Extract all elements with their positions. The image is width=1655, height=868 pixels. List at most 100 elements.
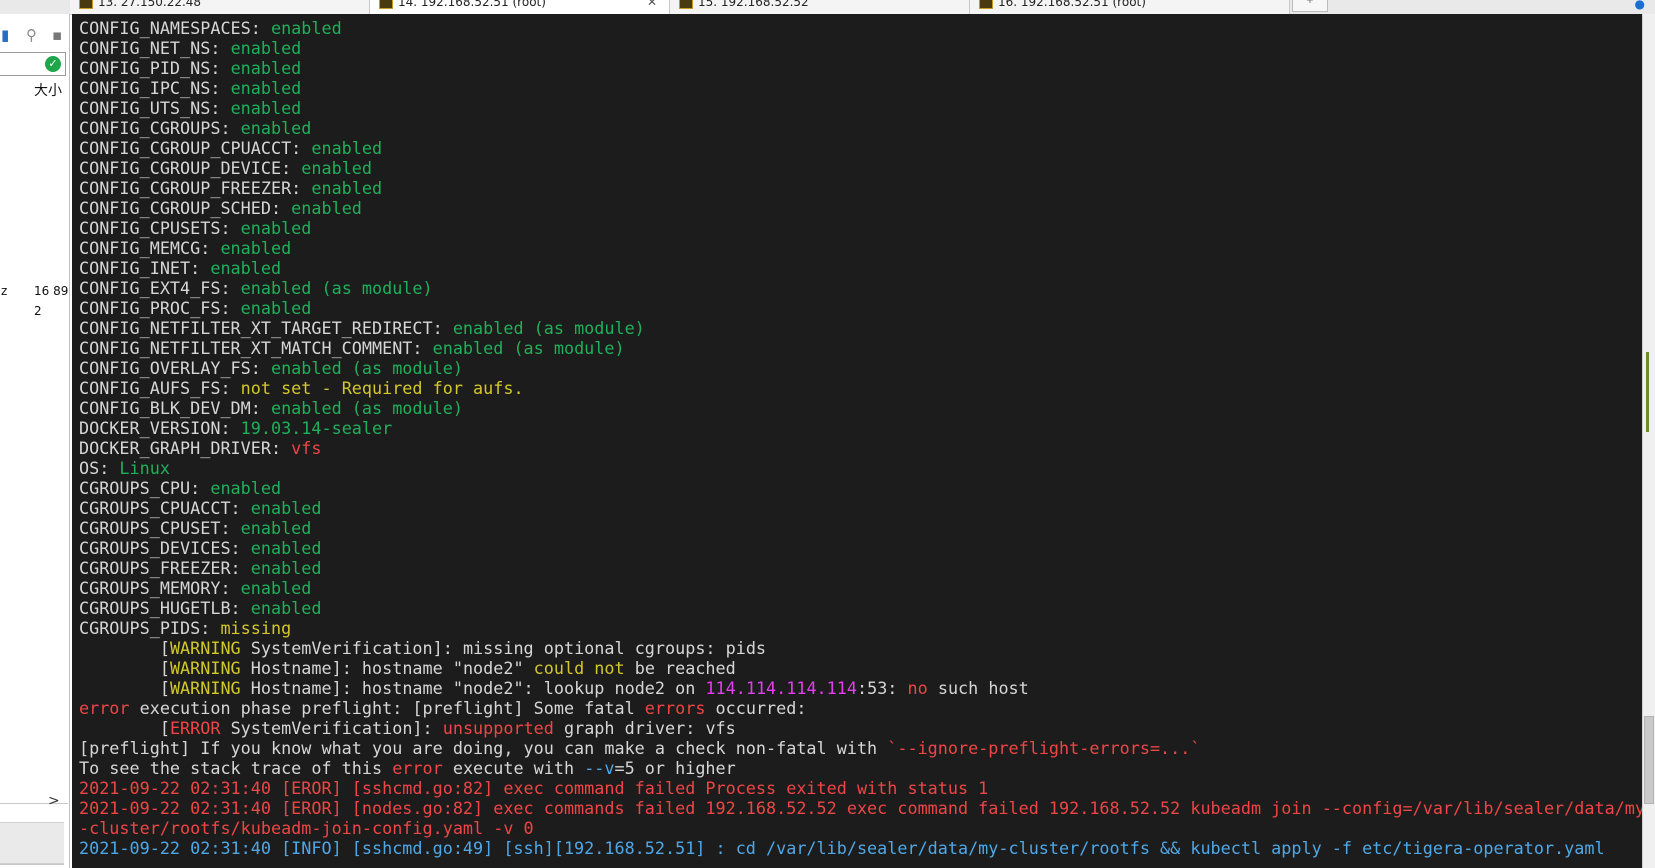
terminal-line: CONFIG_NETFILTER_XT_MATCH_COMMENT: enabl…: [79, 338, 1642, 358]
terminal-segment: SystemVerification]:: [220, 718, 443, 738]
path-field[interactable]: ✓: [0, 52, 66, 76]
terminal-line: [ERROR SystemVerification]: unsupported …: [79, 718, 1642, 738]
terminal-line: CONFIG_MEMCG: enabled: [79, 238, 1642, 258]
terminal-line: CONFIG_NETFILTER_XT_TARGET_REDIRECT: ena…: [79, 318, 1642, 338]
terminal-line: CONFIG_BLK_DEV_DM: enabled (as module): [79, 398, 1642, 418]
brush-icon[interactable]: ⚲: [26, 26, 37, 44]
tab-label: 14. 192.168.52.51 (root): [398, 0, 546, 9]
terminal-segment: CONFIG_OVERLAY_FS:: [79, 358, 271, 378]
terminal-line: CGROUPS_FREEZER: enabled: [79, 558, 1642, 578]
terminal-segment: CONFIG_INET:: [79, 258, 211, 278]
terminal-segment: CONFIG_UTS_NS:: [79, 98, 231, 118]
terminal-segment: enabled: [230, 78, 302, 98]
terminal-segment: :53:: [856, 678, 908, 698]
terminal-line: error execution phase preflight: [prefli…: [79, 698, 1642, 718]
terminal-line: CONFIG_INET: enabled: [79, 258, 1642, 278]
tab-label: 16. 192.168.52.51 (root): [998, 0, 1146, 9]
terminal-segment: CONFIG_CGROUP_DEVICE:: [79, 158, 302, 178]
divider: [0, 864, 64, 865]
terminal-segment: vfs: [291, 438, 322, 458]
terminal-segment: CGROUPS_CPUSET:: [79, 518, 241, 538]
terminal-segment: CONFIG_NAMESPACES:: [79, 18, 271, 38]
terminal-line: DOCKER_GRAPH_DRIVER: vfs: [79, 438, 1642, 458]
terminal-line: CONFIG_AUFS_FS: not set - Required for a…: [79, 378, 1642, 398]
terminal-line: CONFIG_IPC_NS: enabled: [79, 78, 1642, 98]
chevron-right-icon[interactable]: >: [48, 793, 60, 809]
tab-session-16[interactable]: 16. 192.168.52.51 (root): [970, 0, 1290, 14]
terminal-segment: enabled: [240, 578, 312, 598]
terminal-line: CONFIG_CGROUP_DEVICE: enabled: [79, 158, 1642, 178]
terminal-segment: enabled: [250, 558, 322, 578]
terminal-segment: CGROUPS_MEMORY:: [79, 578, 241, 598]
terminal-segment: enabled: [240, 218, 312, 238]
terminal-segment: be reached: [624, 658, 736, 678]
terminal-segment: To see the stack trace of this: [79, 758, 393, 778]
status-area: [0, 822, 64, 864]
terminal-line: CGROUPS_CPU: enabled: [79, 478, 1642, 498]
tab-session-13[interactable]: 13. 27.150.22.48: [70, 0, 370, 14]
vertical-scrollbar[interactable]: [1642, 14, 1655, 868]
terminal-segment: SystemVerification]: missing optional cg…: [240, 638, 767, 658]
terminal-line: CONFIG_CGROUPS: enabled: [79, 118, 1642, 138]
terminal-line: 2021-09-22 02:31:40 [EROR] [sshcmd.go:82…: [79, 778, 1642, 798]
trash-icon[interactable]: ▪: [52, 26, 62, 44]
terminal-segment: CGROUPS_HUGETLB:: [79, 598, 251, 618]
terminal-segment: CGROUPS_CPUACCT:: [79, 498, 251, 518]
terminal-segment: ERROR: [169, 718, 221, 738]
terminal-segment: enabled: [220, 238, 292, 258]
layout-icon[interactable]: ▮: [1, 26, 9, 44]
file-size-value: 16 89: [34, 284, 69, 298]
terminal-line: CONFIG_OVERLAY_FS: enabled (as module): [79, 358, 1642, 378]
new-tab-button[interactable]: +: [1292, 0, 1328, 12]
terminal-line: CONFIG_EXT4_FS: enabled (as module): [79, 278, 1642, 298]
terminal-segment: CONFIG_CGROUPS:: [79, 118, 241, 138]
terminal-line: To see the stack trace of this error exe…: [79, 758, 1642, 778]
terminal-segment: error: [392, 758, 443, 778]
terminal-line: CONFIG_UTS_NS: enabled: [79, 98, 1642, 118]
terminal-segment: enabled (as module): [270, 398, 463, 418]
close-icon[interactable]: ✕: [647, 0, 657, 10]
terminal-line: CGROUPS_DEVICES: enabled: [79, 538, 1642, 558]
terminal-session-icon: [79, 0, 93, 9]
terminal-segment: =5 or higher: [614, 758, 736, 778]
terminal-line: CGROUPS_MEMORY: enabled: [79, 578, 1642, 598]
terminal-segment: enabled: [230, 58, 302, 78]
terminal-segment: WARNING: [169, 678, 241, 698]
side-toolbar: ▮ ⚲ ▪: [0, 26, 68, 50]
terminal-segment: enabled: [270, 18, 342, 38]
terminal-segment: [: [79, 718, 170, 738]
terminal-segment: OS:: [79, 458, 120, 478]
terminal-line: [WARNING Hostname]: hostname "node2": lo…: [79, 678, 1642, 698]
terminal-line: CONFIG_NAMESPACES: enabled: [79, 18, 1642, 38]
check-icon: ✓: [45, 56, 61, 72]
tab-session-15[interactable]: 15. 192.168.52.52: [670, 0, 970, 14]
terminal-segment: enabled: [311, 138, 383, 158]
terminal-segment: [: [79, 638, 170, 658]
terminal-segment: DOCKER_VERSION:: [79, 418, 241, 438]
terminal-line: [WARNING Hostname]: hostname "node2" cou…: [79, 658, 1642, 678]
terminal-segment: CONFIG_CPUSETS:: [79, 218, 241, 238]
terminal-segment: [: [79, 678, 170, 698]
terminal-line: CGROUPS_CPUSET: enabled: [79, 518, 1642, 538]
scrollbar-thumb[interactable]: [1644, 716, 1654, 804]
tab-label: 15. 192.168.52.52: [698, 0, 809, 9]
terminal-line: -cluster/rootfs/kubeadm-join-config.yaml…: [79, 818, 1642, 838]
terminal-segment: CGROUPS_CPU:: [79, 478, 211, 498]
terminal-segment: 2021-09-22 02:31:40 [EROR] [sshcmd.go:82…: [79, 778, 989, 798]
terminal-line: [WARNING SystemVerification]: missing op…: [79, 638, 1642, 658]
terminal-segment: enabled: [301, 158, 373, 178]
terminal-segment: missing: [220, 618, 292, 638]
terminal-output[interactable]: CONFIG_NAMESPACES: enabled CONFIG_NET_NS:…: [72, 14, 1642, 868]
terminal-segment: enabled: [230, 38, 302, 58]
info-icon[interactable]: ●: [1635, 0, 1645, 11]
terminal-session-icon: [679, 0, 693, 9]
terminal-line: [preflight] If you know what you are doi…: [79, 738, 1642, 758]
terminal-segment: occurred:: [705, 698, 807, 718]
terminal-session-icon: [379, 0, 393, 9]
tab-session-14[interactable]: 14. 192.168.52.51 (root) ✕: [370, 0, 670, 14]
terminal-line: CONFIG_CGROUP_FREEZER: enabled: [79, 178, 1642, 198]
terminal-segment: no: [907, 678, 928, 698]
file-size-value-2: 2: [34, 304, 42, 318]
terminal-line: DOCKER_VERSION: 19.03.14-sealer: [79, 418, 1642, 438]
terminal-segment: unsupported: [442, 718, 554, 738]
